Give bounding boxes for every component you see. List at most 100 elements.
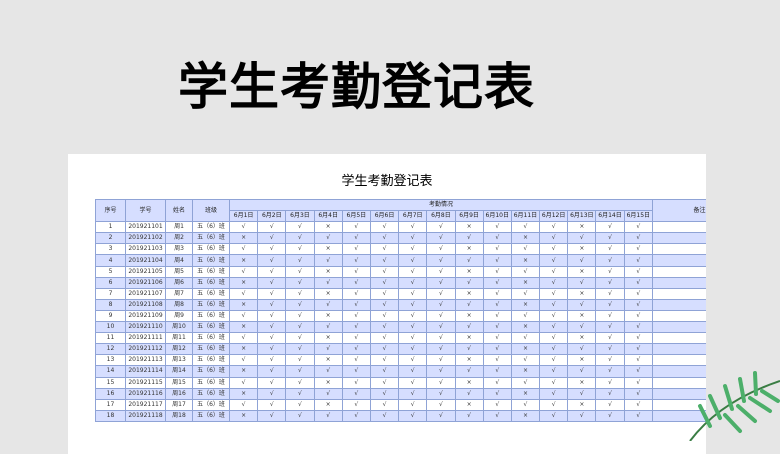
cell-mark: √ [341,409,371,422]
cell-mark: √ [623,254,653,267]
cell-mark: √ [257,365,287,378]
cell-mark: × [510,298,541,311]
cell-mark: √ [510,265,541,278]
attendance-sheet: 学生考勤登记表 序号 学号 姓名 班级 考勤情况 备注 6月1日 6月2日 6月3日 6月4日 6月… [68,154,706,454]
cell-mark: × [313,332,343,345]
cell-mark: √ [482,254,512,267]
cell-mark: √ [341,254,371,267]
cell-seq: 11 [95,332,126,345]
cell-mark: √ [454,321,484,334]
cell-mark: √ [595,243,625,256]
cell-mark: √ [454,298,484,311]
cell-mark: × [313,243,343,256]
cell-mark: √ [313,409,343,422]
cell-mark: √ [539,332,569,345]
cell-mark: √ [285,321,315,334]
cell-mark: × [313,376,343,389]
cell-mark: √ [257,265,287,278]
cell-mark: √ [623,221,653,234]
header-date: 6月2日 [257,210,287,223]
cell-id: 201921101 [125,221,166,234]
cell-mark: √ [567,276,597,289]
header-student-id: 学号 [125,198,166,223]
header-date: 6月7日 [398,210,428,223]
cell-mark: √ [595,365,625,378]
cell-mark: √ [482,354,512,367]
cell-mark: √ [257,254,287,267]
cell-mark: √ [623,398,653,411]
cell-seq: 5 [95,265,126,278]
cell-mark: √ [595,332,625,345]
cell-mark: √ [623,376,653,389]
cell-id: 201921112 [125,343,166,356]
cell-name: 周8 [165,298,193,311]
header-date: 6月8日 [426,210,456,223]
cell-note [651,232,706,245]
cell-name: 周13 [165,354,193,367]
table-row: 18 201921118 周18 五（6）班 × √ √ √ √ √ √ √ √ √ × √ √ √ √ [95,409,706,422]
cell-mark: √ [341,287,371,300]
cell-mark: √ [539,243,569,256]
cell-name: 周7 [165,287,193,300]
cell-mark: √ [510,243,541,256]
cell-mark: √ [595,354,625,367]
cell-mark: × [567,221,597,234]
cell-mark: √ [341,265,371,278]
cell-mark: √ [341,321,371,334]
cell-mark: √ [398,365,428,378]
cell-class: 五（6）班 [192,376,230,389]
cell-mark: × [567,265,597,278]
cell-mark: √ [285,376,315,389]
cell-class: 五（6）班 [192,365,230,378]
cell-mark: √ [539,409,569,422]
cell-mark: √ [623,243,653,256]
cell-mark: √ [285,287,315,300]
cell-mark: √ [482,409,512,422]
cell-id: 201921105 [125,265,166,278]
cell-mark: √ [539,254,569,267]
cell-mark: √ [398,254,428,267]
cell-class: 五（6）班 [192,398,230,411]
cell-mark: √ [567,321,597,334]
cell-mark: √ [623,409,653,422]
cell-mark: √ [539,265,569,278]
cell-mark: √ [341,298,371,311]
cell-mark: √ [257,287,287,300]
cell-mark: √ [595,276,625,289]
cell-mark: √ [313,298,343,311]
cell-mark: √ [454,232,484,245]
cell-mark: √ [426,365,456,378]
cell-mark: √ [369,343,400,356]
cell-class: 五（6）班 [192,287,230,300]
palm-leaf-icon [689,371,780,441]
cell-note [651,309,706,323]
cell-mark: √ [482,343,512,356]
cell-mark: √ [369,365,400,378]
cell-mark: √ [228,221,259,234]
cell-id: 201921118 [125,409,166,422]
cell-mark: √ [398,376,428,389]
cell-seq: 6 [95,276,126,289]
cell-mark: × [510,365,541,378]
cell-mark: × [228,365,259,378]
table-row: 11 201921111 周11 五（6）班 √ √ √ × √ √ √ √ × √ √ √ × √ √ [95,332,706,345]
cell-mark: √ [595,387,625,400]
cell-id: 201921116 [125,387,166,400]
cell-mark: √ [257,243,287,256]
cell-id: 201921102 [125,232,166,245]
cell-id: 201921117 [125,398,166,411]
cell-mark: √ [398,309,428,323]
cell-mark: √ [595,287,625,300]
cell-mark: × [454,332,484,345]
cell-mark: √ [426,276,456,289]
cell-mark: √ [257,221,287,234]
cell-mark: √ [482,298,512,311]
cell-mark: √ [539,376,569,389]
cell-mark: √ [341,332,371,345]
cell-name: 周17 [165,398,193,411]
cell-mark: √ [285,221,315,234]
cell-class: 五（6）班 [192,409,230,422]
cell-mark: √ [539,321,569,334]
cell-mark: √ [398,243,428,256]
cell-mark: × [510,409,541,422]
